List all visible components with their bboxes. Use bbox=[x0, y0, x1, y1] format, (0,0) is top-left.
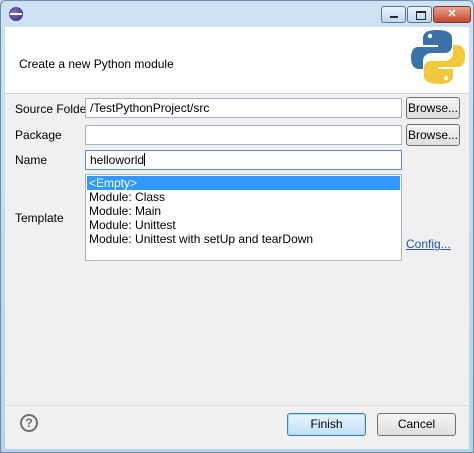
close-icon: ✕ bbox=[447, 8, 457, 20]
source-folder-browse-button[interactable]: Browse... bbox=[406, 97, 460, 119]
name-input-value: helloworld bbox=[90, 153, 145, 167]
source-folder-label: Source Folder bbox=[15, 102, 91, 116]
cancel-button[interactable]: Cancel bbox=[377, 413, 456, 436]
maximize-icon bbox=[416, 11, 426, 20]
banner-title: Create a new Python module bbox=[19, 57, 174, 71]
title-bar[interactable]: ✕ bbox=[1, 1, 473, 27]
template-config-link[interactable]: Config... bbox=[406, 237, 451, 251]
text-caret bbox=[144, 153, 146, 166]
finish-button[interactable]: Finish bbox=[287, 413, 366, 436]
package-browse-button[interactable]: Browse... bbox=[406, 124, 460, 146]
template-item-empty[interactable]: <Empty> bbox=[87, 176, 400, 190]
template-item-unittest[interactable]: Module: Unittest bbox=[87, 218, 400, 232]
eclipse-app-icon bbox=[9, 7, 23, 21]
name-label: Name bbox=[15, 153, 48, 167]
template-item-main[interactable]: Module: Main bbox=[87, 204, 400, 218]
template-list[interactable]: <Empty> Module: Class Module: Main Modul… bbox=[85, 174, 402, 261]
source-folder-input[interactable]: /TestPythonProject/src bbox=[85, 98, 402, 118]
dialog-window: ✕ Create a new Python module Source Fold… bbox=[0, 0, 474, 453]
help-icon[interactable]: ? bbox=[20, 414, 38, 432]
template-label: Template bbox=[15, 211, 64, 225]
package-input[interactable] bbox=[85, 125, 402, 145]
package-label: Package bbox=[15, 128, 62, 142]
dialog-client: Create a new Python module Source Folder… bbox=[5, 27, 469, 449]
python-logo-icon bbox=[411, 30, 465, 84]
header-banner: Create a new Python module bbox=[5, 27, 469, 94]
minimize-button[interactable] bbox=[381, 6, 406, 23]
button-bar: ? Finish Cancel bbox=[5, 405, 469, 449]
minimize-icon bbox=[390, 16, 398, 18]
form-area: Source Folder /TestPythonProject/src Bro… bbox=[5, 94, 469, 405]
template-item-class[interactable]: Module: Class bbox=[87, 190, 400, 204]
maximize-button[interactable] bbox=[407, 6, 432, 23]
name-input[interactable]: helloworld bbox=[85, 150, 402, 170]
template-item-unittest-setup-teardown[interactable]: Module: Unittest with setUp and tearDown bbox=[87, 232, 400, 246]
close-button[interactable]: ✕ bbox=[433, 6, 471, 23]
